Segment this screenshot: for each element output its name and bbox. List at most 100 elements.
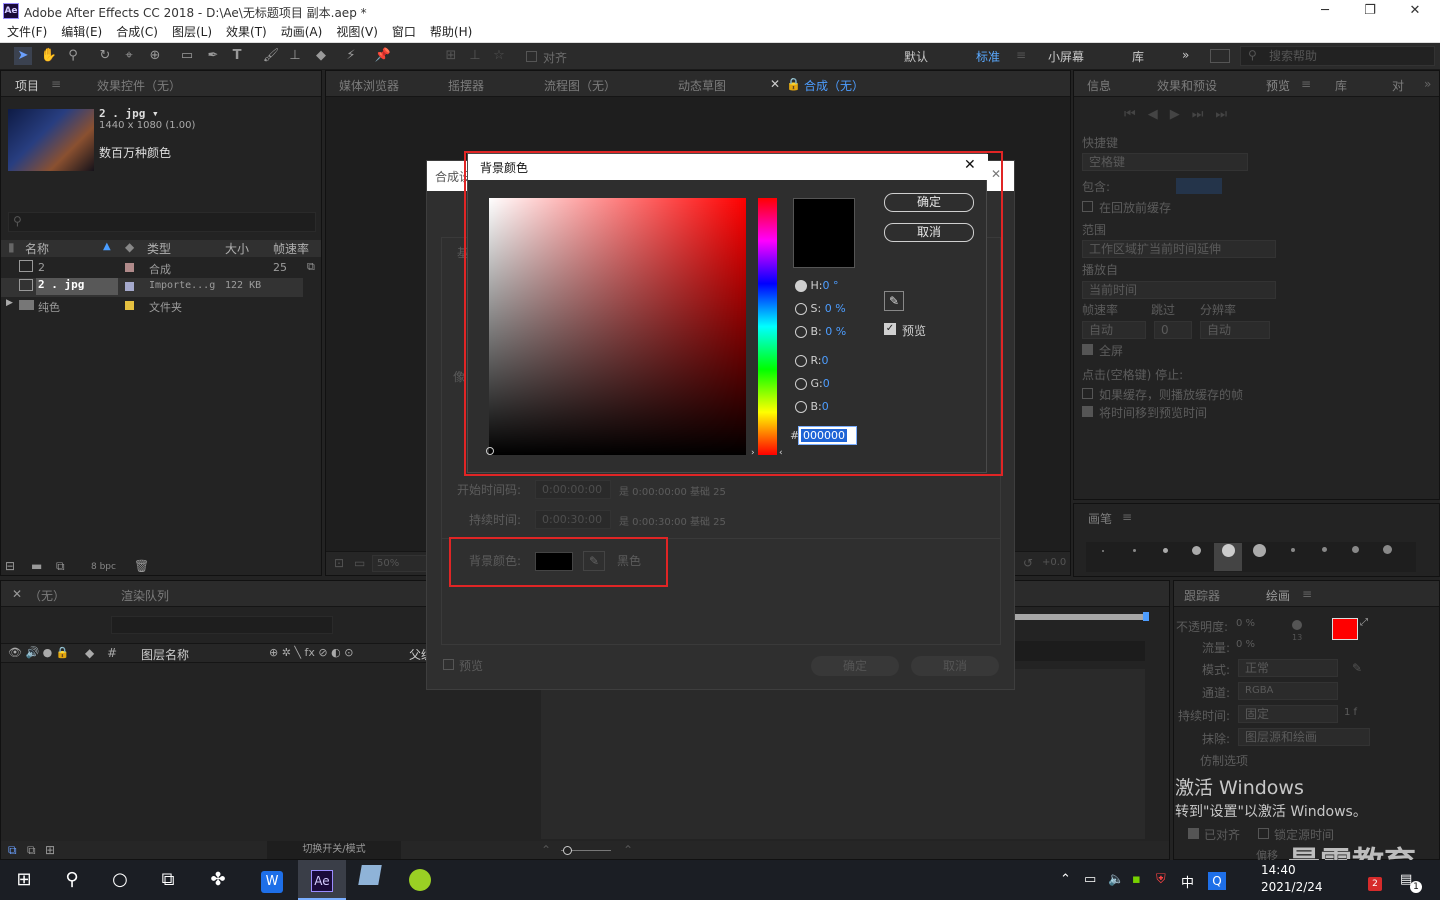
bit-depth-label[interactable]: 8 bpc: [91, 562, 116, 572]
more-workspaces-icon[interactable]: »: [1182, 48, 1189, 62]
menu-file[interactable]: 文件(F): [0, 23, 54, 42]
brush-preset[interactable]: [1192, 546, 1201, 555]
mode-dropdown[interactable]: 正常: [1238, 659, 1338, 677]
tray-expand-icon[interactable]: ⌃: [1060, 872, 1071, 887]
start-button-icon[interactable]: ⊞: [0, 860, 48, 900]
brush-preset[interactable]: [1291, 548, 1295, 552]
menu-help[interactable]: 帮助(H): [423, 23, 479, 42]
tab-preview[interactable]: 预览: [1266, 77, 1290, 94]
text-tool-icon[interactable]: T: [228, 47, 246, 65]
tab-render-queue[interactable]: 渲染队列: [121, 587, 169, 604]
col-name[interactable]: 名称: [25, 240, 49, 257]
comp-flowchart-icon[interactable]: ⧉: [8, 843, 17, 858]
duration-field[interactable]: 0:00:30:00: [535, 510, 611, 529]
render-icon[interactable]: ⧉: [27, 843, 36, 858]
brushes-menu-icon[interactable]: ≡: [1122, 510, 1132, 524]
after-effects-taskbar-icon[interactable]: Ae: [298, 860, 346, 900]
new-folder-icon[interactable]: ▬: [31, 559, 42, 573]
duration-frames[interactable]: 1 f: [1344, 707, 1357, 718]
volume-icon[interactable]: 🔈: [1108, 872, 1124, 887]
preview-menu-icon[interactable]: ≡: [1301, 77, 1311, 91]
tab-brushes[interactable]: 画笔: [1088, 510, 1112, 527]
col-fps[interactable]: 帧速率: [273, 240, 309, 257]
security-shield-icon[interactable]: ⛨: [1156, 872, 1166, 887]
brush-tool-icon[interactable]: 🖌: [262, 47, 280, 65]
tab-library[interactable]: 库: [1335, 77, 1347, 94]
swap-colors-icon[interactable]: ⤢: [1360, 617, 1368, 628]
close-tab-icon[interactable]: ✕: [770, 77, 780, 91]
toggle-switches-modes-button[interactable]: 切换开关/模式: [267, 841, 401, 859]
brush-preset[interactable]: [1352, 546, 1359, 553]
tab-effect-controls[interactable]: 效果控件（无）: [97, 77, 181, 94]
tab-effects-presets[interactable]: 效果和预设: [1157, 77, 1217, 94]
rectangle-tool-icon[interactable]: ▭: [178, 47, 196, 65]
cortana-icon[interactable]: ○: [96, 860, 144, 900]
clock-time[interactable]: 14:40: [1261, 863, 1296, 877]
graph-editor-icon[interactable]: ⊞: [45, 843, 55, 857]
pan-behind-tool-icon[interactable]: ⊕: [146, 47, 164, 65]
view-axis-icon[interactable]: ☆: [490, 47, 508, 65]
menu-composition[interactable]: 合成(C): [109, 23, 165, 42]
monitor-icon[interactable]: ▭: [354, 556, 365, 570]
exposure-value[interactable]: +0.0: [1042, 557, 1066, 568]
tab-paint[interactable]: 绘画: [1266, 587, 1290, 604]
start-timecode-field[interactable]: 0:00:00:00: [535, 480, 611, 499]
timeline-track-area[interactable]: [541, 669, 1145, 839]
search-taskbar-icon[interactable]: ⚲: [48, 860, 96, 900]
wps-app-icon[interactable]: W: [248, 860, 296, 900]
menu-view[interactable]: 视图(V): [329, 23, 385, 42]
search-help-input[interactable]: 搜索帮助: [1240, 46, 1435, 66]
puppet-pin-tool-icon[interactable]: 📌: [374, 47, 392, 65]
project-search-input[interactable]: [8, 212, 316, 232]
workspace-library[interactable]: 库: [1132, 48, 1144, 65]
brush-preset[interactable]: [1163, 548, 1168, 553]
green-ball-app-icon[interactable]: [396, 860, 444, 900]
task-view-icon[interactable]: ⧉: [144, 860, 192, 900]
project-row-folder[interactable]: ▶ 纯色 文件夹: [1, 297, 303, 316]
duration-dropdown[interactable]: 固定: [1238, 705, 1338, 723]
brush-preset[interactable]: [1102, 550, 1104, 552]
comp-ok-button[interactable]: 确定: [811, 656, 899, 676]
menu-effect[interactable]: 效果(T): [219, 23, 274, 42]
project-row-footage[interactable]: 2 . jpg Importe...g 122 KB: [1, 278, 303, 297]
workspace-default[interactable]: 默认: [904, 48, 928, 65]
more-tabs-icon[interactable]: »: [1424, 77, 1431, 91]
zoom-in-icon[interactable]: ⌃: [623, 843, 633, 857]
col-type[interactable]: 类型: [147, 240, 171, 257]
brush-preset[interactable]: [1253, 544, 1266, 557]
pen-tool-icon[interactable]: ✒: [204, 47, 222, 65]
clone-stamp-tool-icon[interactable]: ⊥: [286, 47, 304, 65]
zoom-dropdown[interactable]: 50%: [372, 555, 427, 572]
label-color-swatch[interactable]: [125, 263, 134, 272]
flowchart-icon[interactable]: ⧉: [307, 260, 315, 274]
hand-tool-icon[interactable]: ✋: [40, 47, 58, 65]
range-dropdown[interactable]: 工作区域扩当前时间延伸: [1082, 240, 1276, 258]
tab-project[interactable]: 项目: [15, 77, 39, 94]
menu-window[interactable]: 窗口: [385, 23, 423, 42]
brush-preset[interactable]: [1222, 544, 1235, 557]
magnification-icon[interactable]: ⊡: [334, 556, 344, 570]
expand-arrow-icon[interactable]: ▶: [6, 298, 13, 308]
pinwheel-app-icon[interactable]: ✤: [194, 860, 242, 900]
delete-icon[interactable]: 🗑: [134, 559, 149, 573]
workspace-small-screen[interactable]: 小屏幕: [1048, 48, 1084, 65]
move-time-checkbox[interactable]: [1082, 406, 1093, 417]
work-area-end-handle[interactable]: [1143, 612, 1149, 621]
opacity-value[interactable]: 0 %: [1236, 618, 1255, 629]
workspace-standard[interactable]: 标准: [976, 48, 1000, 65]
aligned-checkbox[interactable]: [1188, 828, 1199, 839]
comp-cancel-button[interactable]: 取消: [911, 656, 999, 676]
local-axis-icon[interactable]: ⊞: [442, 47, 460, 65]
layer-switches-icon[interactable]: ⊕ ✲ ╲ fx ⊘ ◐ ⊙: [269, 646, 353, 659]
fps-dropdown[interactable]: 自动: [1082, 321, 1146, 339]
channel-dropdown[interactable]: RGBA: [1238, 682, 1338, 700]
menu-animation[interactable]: 动画(A): [274, 23, 330, 42]
label-color-swatch[interactable]: [125, 282, 134, 291]
rotate-tool-icon[interactable]: ↻: [96, 47, 114, 65]
reset-exposure-icon[interactable]: ↺: [1023, 556, 1033, 570]
stop-cached-checkbox[interactable]: [1082, 388, 1093, 399]
close-timeline-tab-icon[interactable]: ✕: [12, 587, 22, 601]
resolution-dropdown[interactable]: 自动: [1200, 321, 1270, 339]
zoom-tool-icon[interactable]: ⚲: [64, 47, 82, 65]
footage-name[interactable]: 2 . jpg ▾: [99, 107, 159, 120]
